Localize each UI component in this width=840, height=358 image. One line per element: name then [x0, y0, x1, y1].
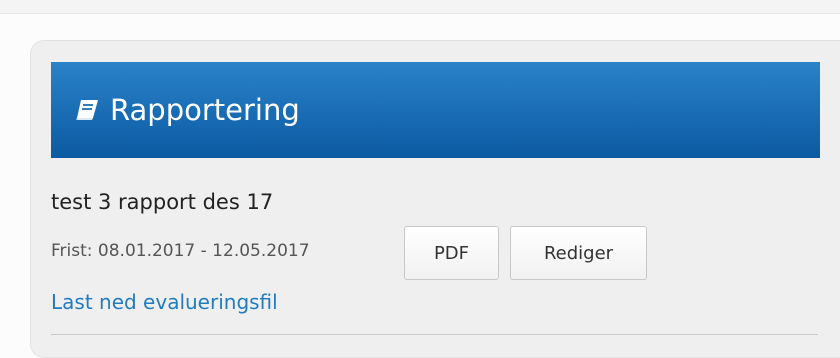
book-icon — [74, 99, 100, 121]
panel-header: Rapportering — [51, 62, 820, 158]
edit-button[interactable]: Rediger — [510, 226, 647, 280]
deadline-text: Frist: 08.01.2017 - 12.05.2017 — [51, 241, 310, 261]
divider — [51, 334, 818, 335]
download-evaluation-link[interactable]: Last ned evalueringsfil — [51, 290, 278, 314]
top-strip — [0, 0, 840, 14]
report-title: test 3 rapport des 17 — [51, 190, 274, 214]
panel-title: Rapportering — [110, 92, 300, 127]
pdf-button[interactable]: PDF — [404, 226, 499, 280]
